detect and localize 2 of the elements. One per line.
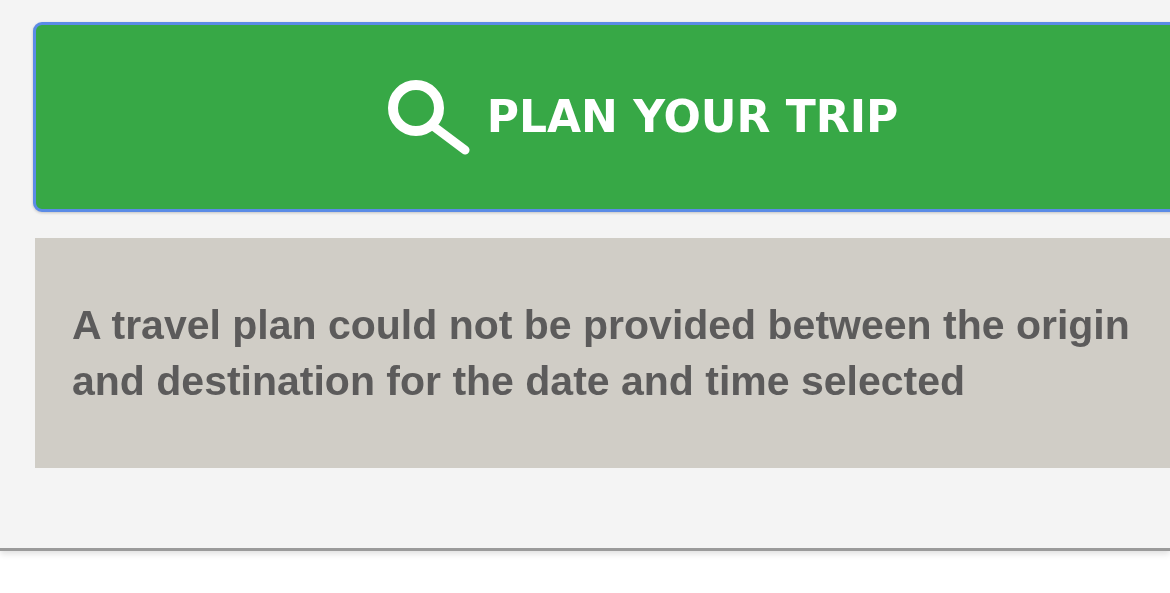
plan-trip-button[interactable]: PLAN YOUR TRIP [33,22,1170,212]
error-message: A travel plan could not be provided between the origin and destination for the date and time selected [72,301,1131,406]
